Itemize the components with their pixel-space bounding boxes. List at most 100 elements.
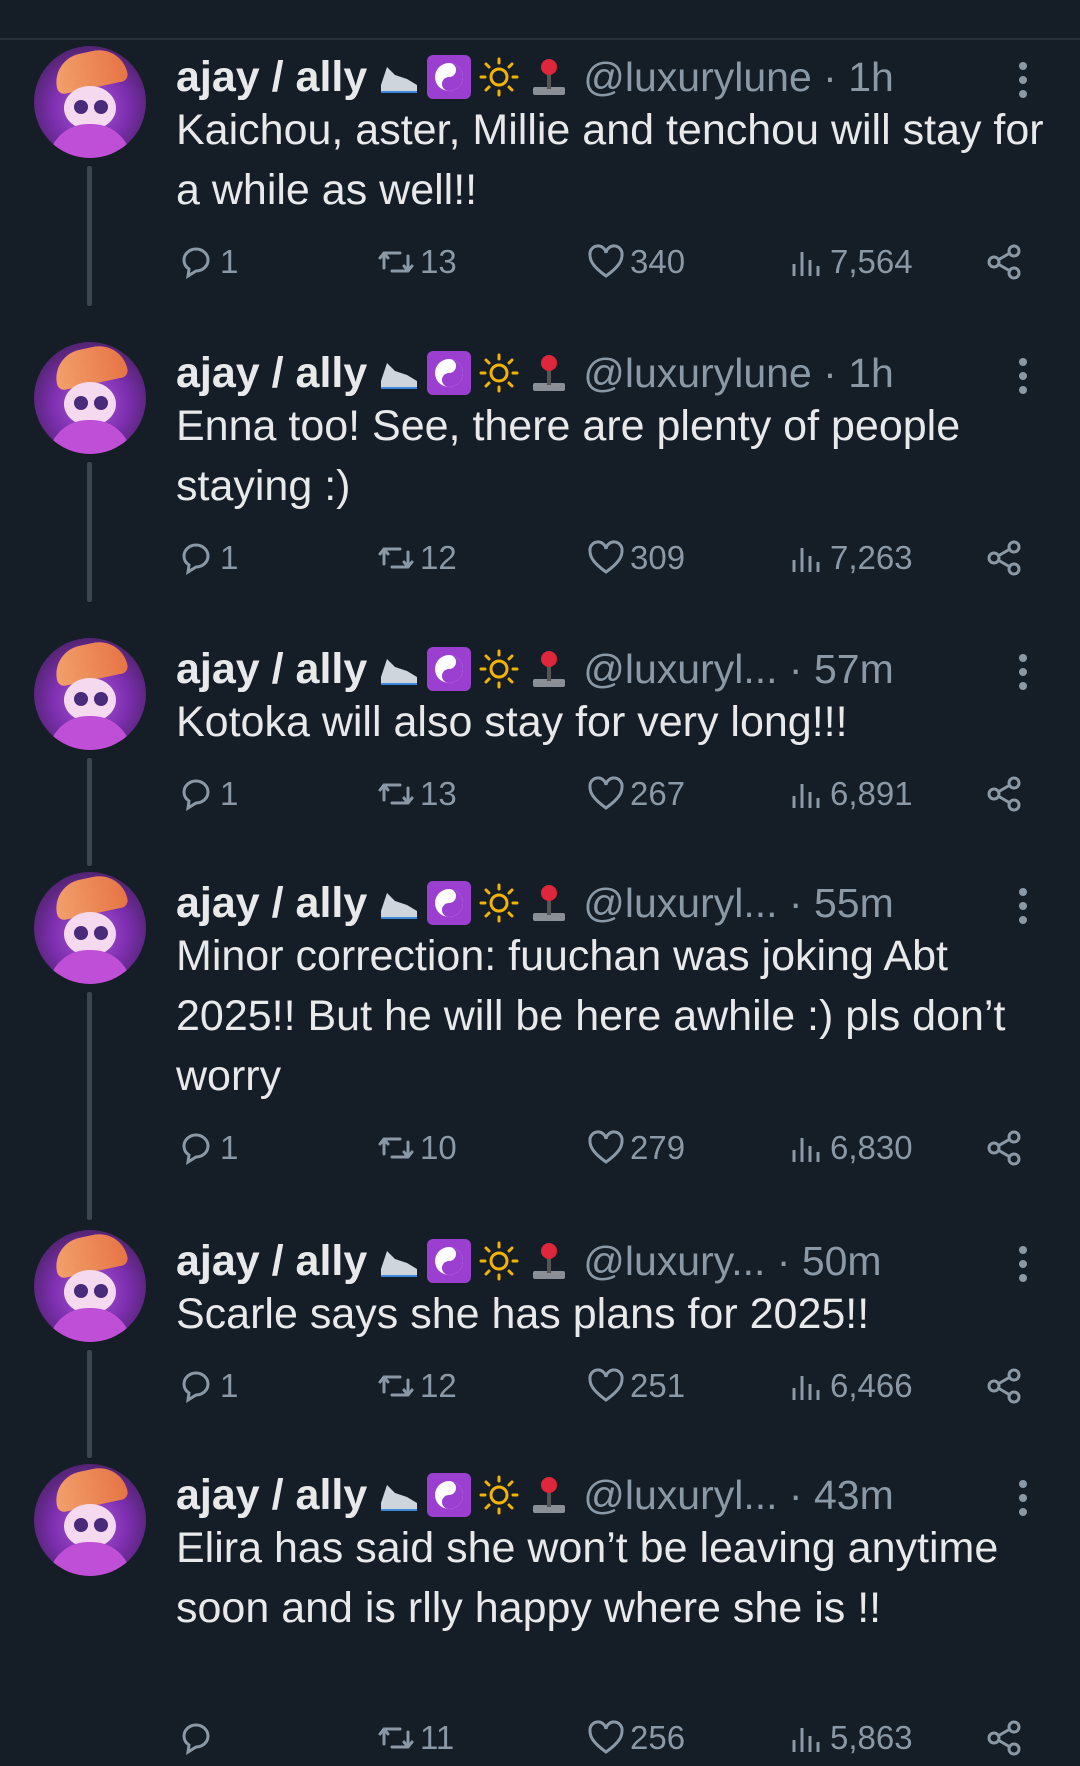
reply-button[interactable]: 1 (176, 1128, 238, 1168)
views-icon (792, 548, 820, 572)
avatar[interactable] (34, 1230, 146, 1342)
more-options-icon[interactable] (1018, 888, 1028, 928)
retweet-button[interactable]: 10 (376, 1128, 457, 1168)
share-button[interactable] (984, 242, 1028, 282)
avatar[interactable] (34, 46, 146, 158)
tweet-text: Minor correction: fuuchan was joking Abt… (176, 932, 1006, 1100)
reply-button[interactable] (176, 1718, 220, 1758)
heart-icon (588, 540, 624, 574)
like-button[interactable]: 251 (586, 1366, 685, 1406)
reply-icon (182, 1133, 210, 1165)
avatar[interactable] (34, 638, 146, 750)
tweet-text: Kotoka will also stay for very long!!! (176, 698, 848, 746)
like-button[interactable]: 267 (586, 774, 685, 814)
display-name[interactable]: ajay / ally (176, 1237, 367, 1286)
reply-icon (182, 1371, 210, 1403)
joystick-icon (527, 1473, 571, 1517)
view-count: 7,263 (830, 539, 913, 576)
view-count: 6,466 (830, 1367, 913, 1404)
retweet-count: 12 (420, 539, 457, 576)
views-button[interactable]: 7,564 (786, 242, 913, 282)
like-button[interactable]: 279 (586, 1128, 685, 1168)
views-button[interactable]: 5,863 (786, 1718, 913, 1758)
share-button[interactable] (984, 1128, 1028, 1168)
top-divider (0, 38, 1080, 40)
reply-button[interactable]: 1 (176, 538, 238, 578)
reply-icon (182, 1723, 210, 1755)
more-options-icon[interactable] (1018, 358, 1028, 398)
heart-icon (588, 1368, 624, 1402)
view-count: 6,830 (830, 1129, 913, 1166)
share-icon (987, 244, 1021, 280)
joystick-icon (527, 881, 571, 925)
thread-line (87, 462, 92, 602)
reply-button[interactable]: 1 (176, 242, 238, 282)
views-icon (792, 252, 820, 276)
like-count: 309 (630, 539, 686, 576)
retweet-count: 13 (420, 775, 457, 812)
display-name[interactable]: ajay / ally (176, 645, 367, 694)
like-button[interactable]: 309 (586, 538, 685, 578)
like-count: 279 (630, 1129, 686, 1166)
joystick-icon (527, 55, 571, 99)
retweet-count: 12 (420, 1367, 457, 1404)
retweet-button[interactable]: 13 (376, 774, 457, 814)
joystick-icon (527, 351, 571, 395)
thread-line (87, 166, 92, 306)
like-button[interactable]: 340 (586, 242, 685, 282)
views-icon (792, 1138, 820, 1162)
handle-time[interactable]: @luxuryl... · 43m (583, 1472, 893, 1519)
joystick-icon (527, 1239, 571, 1283)
like-button[interactable]: 256 (586, 1718, 685, 1758)
avatar[interactable] (34, 1464, 146, 1576)
like-count: 267 (630, 775, 686, 812)
share-icon (987, 1130, 1021, 1166)
display-name[interactable]: ajay / ally (176, 349, 367, 398)
retweet-icon (378, 783, 414, 805)
handle-time[interactable]: @luxury... · 50m (583, 1238, 881, 1285)
share-button[interactable] (984, 1366, 1028, 1406)
more-options-icon[interactable] (1018, 1480, 1028, 1520)
display-name[interactable]: ajay / ally (176, 53, 367, 102)
views-button[interactable]: 6,466 (786, 1366, 913, 1406)
view-count: 6,891 (830, 775, 913, 812)
retweet-count: 13 (420, 243, 457, 280)
reply-icon (182, 779, 210, 811)
handle-time[interactable]: @luxurylune · 1h (583, 350, 894, 397)
reply-button[interactable]: 1 (176, 774, 238, 814)
like-count: 256 (630, 1719, 686, 1756)
tweet-actions: 1 13 267 6,891 (176, 774, 1036, 822)
retweet-button[interactable]: 11 (376, 1718, 454, 1758)
like-count: 251 (630, 1367, 686, 1404)
sun-icon (477, 647, 521, 691)
tweet-actions: 1 12 309 7,263 (176, 538, 1036, 586)
reply-icon (182, 247, 210, 279)
handle-time[interactable]: @luxuryl... · 57m (583, 646, 893, 693)
thread-line (87, 1350, 92, 1458)
more-options-icon[interactable] (1018, 654, 1028, 694)
sneaker-icon (377, 1473, 421, 1517)
handle-time[interactable]: @luxuryl... · 55m (583, 880, 893, 927)
sun-icon (477, 55, 521, 99)
avatar[interactable] (34, 872, 146, 984)
views-button[interactable]: 6,830 (786, 1128, 913, 1168)
retweet-button[interactable]: 12 (376, 1366, 457, 1406)
views-button[interactable]: 6,891 (786, 774, 913, 814)
tweet-actions: 1 12 251 6,466 (176, 1366, 1036, 1414)
retweet-button[interactable]: 13 (376, 242, 457, 282)
handle-time[interactable]: @luxurylune · 1h (583, 54, 894, 101)
retweet-icon (378, 1375, 414, 1397)
more-options-icon[interactable] (1018, 1246, 1028, 1286)
retweet-icon (378, 251, 414, 273)
display-name[interactable]: ajay / ally (176, 1471, 367, 1520)
more-options-icon[interactable] (1018, 62, 1028, 102)
retweet-button[interactable]: 12 (376, 538, 457, 578)
view-count: 5,863 (830, 1719, 913, 1756)
reply-button[interactable]: 1 (176, 1366, 238, 1406)
display-name[interactable]: ajay / ally (176, 879, 367, 928)
share-button[interactable] (984, 774, 1028, 814)
share-button[interactable] (984, 538, 1028, 578)
views-button[interactable]: 7,263 (786, 538, 913, 578)
share-button[interactable] (984, 1718, 1028, 1758)
avatar[interactable] (34, 342, 146, 454)
